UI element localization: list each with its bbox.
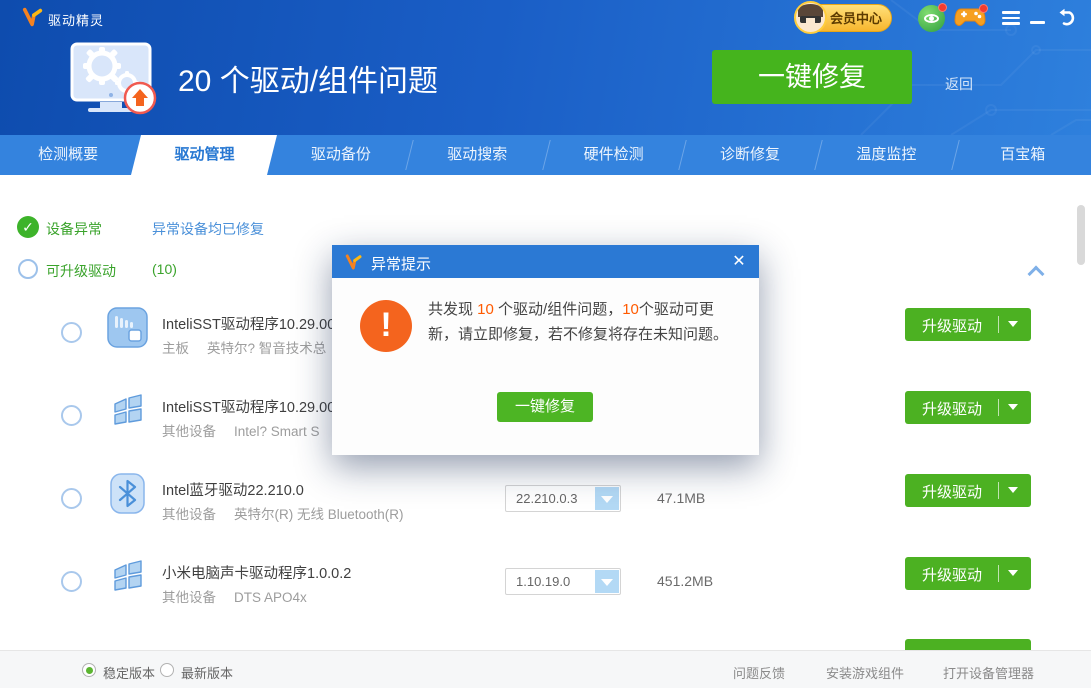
header: 驱动精灵 会员中心	[0, 0, 1091, 135]
menu-icon[interactable]	[1000, 8, 1022, 28]
open-device-manager-link[interactable]: 打开设备管理器	[943, 663, 1034, 682]
upgradable-count: (10)	[152, 261, 177, 277]
dropdown-arrow-icon[interactable]	[1008, 570, 1018, 576]
driver-detail: Intel? Smart S	[234, 424, 320, 439]
app-title: 驱动精灵	[48, 10, 104, 29]
driver-row: 小米电脑声卡驱动程序1.0.0.2 其他设备 DTS APO4x 1.10.19.…	[0, 549, 1091, 632]
notification-dot	[979, 4, 988, 13]
dialog-fix-button[interactable]: 一键修复	[497, 392, 593, 422]
driver-detail: DTS APO4x	[234, 590, 307, 605]
version-select[interactable]: 22.210.0.3	[505, 485, 621, 512]
upgrade-driver-button[interactable]: 升级驱动	[905, 557, 1031, 590]
footer-bar: 稳定版本 最新版本 问题反馈 安装游戏组件 打开设备管理器	[0, 650, 1091, 688]
windows-icon	[107, 390, 148, 431]
latest-version-label: 最新版本	[181, 663, 233, 682]
tab-bar: 检测概要 驱动管理 驱动备份 驱动搜索 硬件检测 诊断修复 温度监控 百宝箱	[0, 135, 1091, 175]
windows-icon	[107, 556, 148, 597]
app-logo-icon	[22, 6, 44, 28]
exception-dialog: 异常提示 ✕ ! 共发现 10 个驱动/组件问题，10个驱动可更新，请立即修复，…	[332, 245, 759, 455]
dropdown-arrow-icon[interactable]	[1008, 487, 1018, 493]
close-icon[interactable]: ✕	[727, 250, 751, 274]
tab-detection-overview[interactable]: 检测概要	[0, 135, 136, 175]
dialog-title: 异常提示	[371, 253, 431, 274]
upgrade-driver-button[interactable]: 升级驱动	[905, 308, 1031, 341]
driver-size: 47.1MB	[657, 490, 705, 506]
upgrade-driver-button[interactable]: 升级驱动	[905, 474, 1031, 507]
driver-radio[interactable]	[61, 571, 82, 592]
back-arrow-icon[interactable]	[1056, 8, 1078, 28]
driver-genius-window: 驱动精灵 会员中心	[0, 0, 1091, 688]
one-click-fix-button[interactable]: 一键修复	[712, 50, 912, 104]
driver-detail: 英特尔(R) 无线 Bluetooth(R)	[234, 507, 404, 522]
upgradable-drivers-label: 可升级驱动	[46, 261, 116, 281]
user-avatar[interactable]	[794, 1, 827, 34]
dropdown-arrow-icon[interactable]	[1008, 404, 1018, 410]
tab-diagnostic-repair[interactable]: 诊断修复	[682, 135, 818, 175]
tab-driver-search[interactable]: 驱动搜索	[409, 135, 545, 175]
return-link[interactable]: 返回	[945, 74, 973, 94]
notification-dot	[938, 3, 947, 12]
driver-detail: 英特尔? 智音技术总	[207, 341, 326, 356]
driver-size: 451.2MB	[657, 573, 713, 589]
driver-title: InteliSST驱动程序10.29.00	[162, 396, 335, 417]
game-center-icon[interactable]	[954, 6, 986, 33]
dialog-message: 共发现 10 个驱动/组件问题，10个驱动可更新，请立即修复，若不修复将存在未知…	[428, 297, 736, 347]
driver-row: Intel蓝牙驱动22.210.0 其他设备 英特尔(R) 无线 Bluetoot…	[0, 466, 1091, 549]
chipset-icon	[107, 307, 148, 348]
driver-category: 主板	[162, 341, 189, 356]
minimize-icon[interactable]	[1028, 8, 1050, 28]
dropdown-arrow-icon[interactable]	[595, 487, 619, 510]
stable-version-label: 稳定版本	[103, 663, 155, 682]
driver-radio[interactable]	[61, 322, 82, 343]
version-value: 1.10.19.0	[516, 574, 570, 589]
scrollbar-thumb[interactable]	[1077, 205, 1085, 265]
hardware-eye-icon[interactable]	[918, 5, 945, 32]
app-logo-icon	[345, 253, 363, 271]
titlebar: 驱动精灵 会员中心	[0, 0, 1091, 35]
driver-title: 小米电脑声卡驱动程序1.0.0.2	[162, 562, 351, 583]
upgradable-circle-icon	[18, 259, 38, 279]
latest-version-radio[interactable]	[160, 663, 174, 677]
upgrade-driver-button[interactable]: 升级驱动	[905, 391, 1031, 424]
warning-icon: !	[360, 300, 412, 352]
version-select[interactable]: 1.10.19.0	[505, 568, 621, 595]
driver-category: 其他设备	[162, 424, 216, 439]
tab-driver-management[interactable]: 驱动管理	[136, 135, 272, 175]
check-circle-icon: ✓	[17, 216, 39, 238]
stable-version-radio[interactable]	[82, 663, 96, 677]
tab-driver-backup[interactable]: 驱动备份	[273, 135, 409, 175]
install-game-components-link[interactable]: 安装游戏组件	[826, 663, 904, 682]
dropdown-arrow-icon[interactable]	[1008, 321, 1018, 327]
driver-title: InteliSST驱动程序10.29.00	[162, 313, 335, 334]
upgrade-driver-button-partial[interactable]	[905, 639, 1031, 650]
tab-toolbox[interactable]: 百宝箱	[955, 135, 1091, 175]
device-abnormal-note[interactable]: 异常设备均已修复	[152, 219, 264, 239]
avatar-glasses	[800, 16, 821, 23]
driver-radio[interactable]	[61, 488, 82, 509]
dialog-titlebar: 异常提示 ✕	[332, 245, 759, 278]
feedback-link[interactable]: 问题反馈	[733, 663, 785, 682]
tab-temperature-monitor[interactable]: 温度监控	[818, 135, 954, 175]
version-value: 22.210.0.3	[516, 491, 577, 506]
driver-title: Intel蓝牙驱动22.210.0	[162, 479, 304, 500]
computer-gears-icon	[64, 40, 164, 118]
tab-hardware-detection[interactable]: 硬件检测	[546, 135, 682, 175]
device-abnormal-label: 设备异常	[46, 219, 102, 239]
problem-count-title: 20 个驱动/组件问题	[178, 56, 438, 100]
bluetooth-icon	[107, 473, 148, 514]
driver-radio[interactable]	[61, 405, 82, 426]
driver-category: 其他设备	[162, 507, 216, 522]
dropdown-arrow-icon[interactable]	[595, 570, 619, 593]
driver-category: 其他设备	[162, 590, 216, 605]
collapse-section-icon[interactable]	[1028, 266, 1045, 283]
